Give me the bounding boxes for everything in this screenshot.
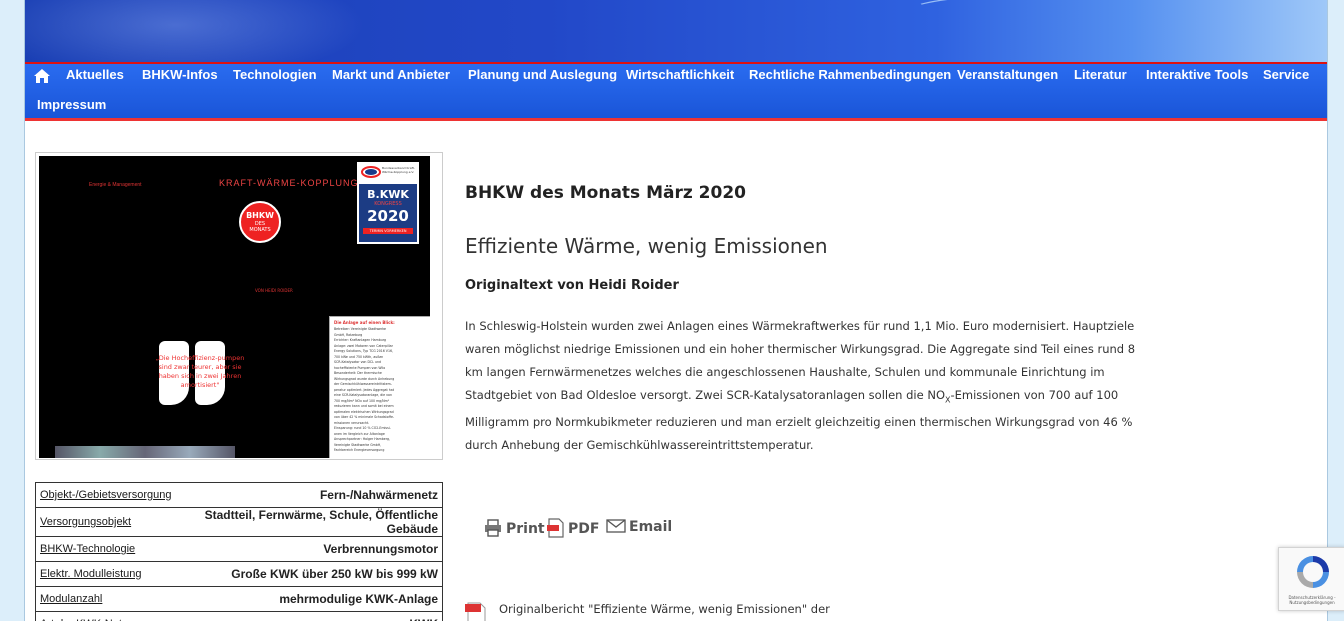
plant-photo	[55, 446, 235, 458]
facts-row: Versorgungsobjekt Stadtteil, Fernwärme, S…	[35, 507, 443, 537]
bkwk-ad: Bundesverband Kraft-Wärme-Kopplung e.V. …	[357, 162, 419, 244]
facts-row: Objekt-/Gebietsversorgung Fern-/Nahwärmen…	[35, 482, 443, 508]
facts-row: BHKW-Technologie Verbrennungsmotor	[35, 536, 443, 562]
nav-item-technologien[interactable]: Technologien	[233, 67, 317, 82]
month-title: BHKW des Monats März 2020	[465, 183, 746, 203]
nav-item-bhkw-infos[interactable]: BHKW-Infos	[142, 67, 218, 82]
magazine-brand: Energie & Management	[89, 182, 142, 188]
nav-item-service[interactable]: Service	[1263, 67, 1309, 82]
bhkw-badge: BHKW DES MONATS	[239, 201, 281, 243]
facts-label-link[interactable]: Art der KWK-Nutzung	[35, 611, 194, 621]
nav-item-interaktive-tools[interactable]: Interaktive Tools	[1146, 67, 1248, 82]
facts-label-link[interactable]: Objekt-/Gebietsversorgung	[35, 482, 194, 508]
facts-label-link[interactable]: Modulanzahl	[35, 586, 194, 612]
recaptcha-terms[interactable]: Nutzungsbedingungen	[1281, 600, 1343, 605]
facts-row: Modulanzahl mehrmodulige KWK-Anlage	[35, 586, 443, 612]
nav-item-planung[interactable]: Planung und Auslegung	[468, 67, 617, 82]
recaptcha-badge[interactable]: Datenschutzerklärung - Nutzungsbedingung…	[1278, 547, 1344, 611]
page: Aktuelles BHKW-Infos Technologien Markt …	[24, 0, 1328, 621]
article-author: Originaltext von Heidi Roider	[465, 278, 679, 293]
email-button[interactable]: Email	[606, 518, 672, 535]
facts-label-link[interactable]: Elektr. Modulleistung	[35, 561, 194, 587]
nav-item-veranstaltungen[interactable]: Veranstaltungen	[957, 67, 1058, 82]
facts-box: Die Anlage auf einen Blick: Betreiber: V…	[329, 316, 430, 458]
nav-item-aktuelles[interactable]: Aktuelles	[66, 67, 124, 82]
facts-box-line: Fachbereich Energieversorgung	[334, 448, 385, 452]
magazine-thumbnail[interactable]: Energie & Management KRAFT-WÄRME-KOPPLUN…	[35, 152, 443, 460]
printer-icon	[485, 519, 501, 537]
bkwk-logo-icon	[361, 166, 381, 178]
facts-value: KWK	[194, 611, 443, 621]
facts-label-link[interactable]: BHKW-Technologie	[35, 536, 194, 562]
recaptcha-icon	[1297, 556, 1329, 588]
header-banner	[25, 0, 1327, 62]
pdf-icon	[547, 518, 564, 538]
print-button[interactable]: Print	[483, 518, 545, 538]
nav-item-rechtliche[interactable]: Rechtliche Rahmenbedingungen	[749, 67, 951, 82]
pdf-file-icon	[465, 602, 486, 621]
facts-value: Verbrennungsmotor	[194, 536, 443, 562]
facts-row: Elektr. Modulleistung Große KWK über 250 …	[35, 561, 443, 587]
main-nav: Aktuelles BHKW-Infos Technologien Markt …	[25, 64, 1327, 118]
facts-value: Stadtteil, Fernwärme, Schule, Öffentlich…	[194, 507, 443, 537]
nav-item-wirtschaftlichkeit[interactable]: Wirtschaftlichkeit	[626, 67, 734, 82]
facts-value: Große KWK über 250 kW bis 999 kW	[194, 561, 443, 587]
nav-item-markt[interactable]: Markt und Anbieter	[332, 67, 450, 82]
facts-value: mehrmodulige KWK-Anlage	[194, 586, 443, 612]
nav-divider	[25, 118, 1327, 121]
article-body: In Schleswig-Holstein wurden zwei Anlage…	[465, 319, 1136, 453]
facts-label-link[interactable]: Versorgungsobjekt	[35, 507, 194, 537]
magazine-author: VON HEIDI ROIDER	[255, 288, 293, 293]
article-title: Effiziente Wärme, wenig Emissionen	[465, 234, 828, 258]
magazine-page: Energie & Management KRAFT-WÄRME-KOPPLUN…	[39, 156, 430, 458]
facts-row: Art der KWK-NutzungKWK	[35, 611, 443, 621]
nav-item-impressum[interactable]: Impressum	[37, 97, 106, 112]
facts-table: Objekt-/Gebietsversorgung Fern-/Nahwärmen…	[35, 482, 443, 621]
pdf-button[interactable]: PDF	[547, 518, 599, 538]
magazine-quote: „Die Hocheffizienz-pumpen sind zwar teur…	[155, 354, 245, 389]
attachment-text[interactable]: Originalbericht "Effiziente Wärme, wenig…	[499, 602, 830, 616]
magazine-headline: KRAFT-WÄRME-KOPPLUNG	[219, 178, 359, 188]
home-icon[interactable]	[33, 67, 51, 85]
email-icon	[606, 519, 626, 533]
facts-value: Fern-/Nahwärmenetz	[194, 482, 443, 508]
nav-item-literatur[interactable]: Literatur	[1074, 67, 1127, 82]
